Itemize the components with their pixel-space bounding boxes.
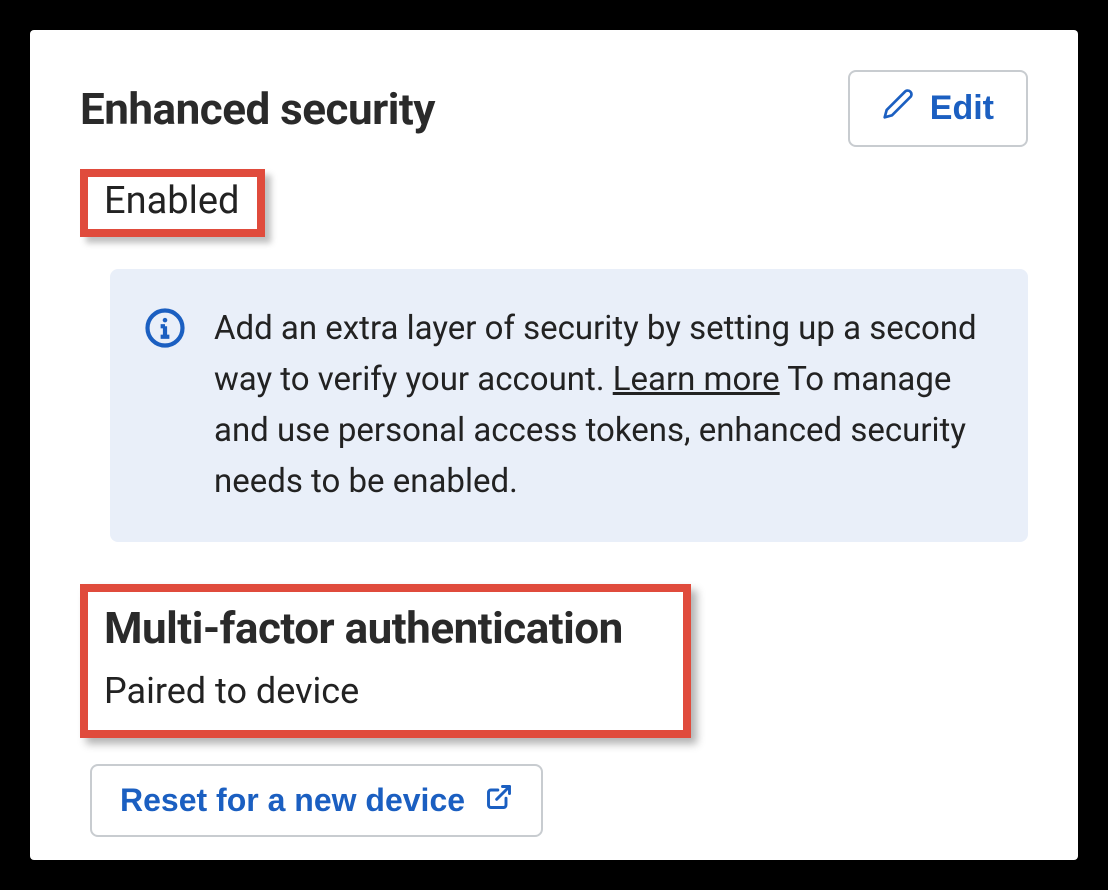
reset-device-button[interactable]: Reset for a new device — [90, 764, 543, 837]
pencil-icon — [882, 88, 914, 129]
mfa-highlight-box: Multi-factor authentication Paired to de… — [80, 584, 691, 738]
header-row: Enhanced security Edit — [80, 70, 1028, 147]
edit-button[interactable]: Edit — [848, 70, 1028, 147]
enhanced-security-status: Enabled — [104, 179, 239, 223]
reset-device-label: Reset for a new device — [120, 782, 465, 819]
status-highlight-box: Enabled — [80, 169, 265, 237]
enhanced-security-title: Enhanced security — [80, 83, 435, 135]
info-text: Add an extra layer of security by settin… — [214, 303, 988, 508]
learn-more-link[interactable]: Learn more — [613, 360, 780, 399]
info-callout: Add an extra layer of security by settin… — [110, 269, 1028, 542]
edit-button-label: Edit — [930, 89, 994, 128]
external-link-icon — [485, 782, 513, 819]
mfa-status: Paired to device — [104, 670, 623, 712]
mfa-title: Multi-factor authentication — [104, 602, 623, 654]
info-icon — [144, 303, 186, 508]
security-settings-panel: Enhanced security Edit Enabled Add an ex… — [30, 30, 1078, 860]
